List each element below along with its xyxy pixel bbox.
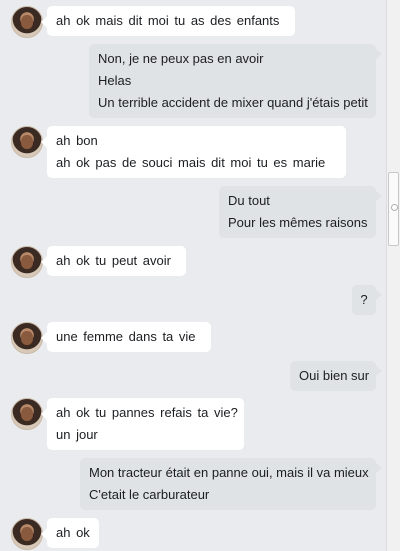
message-text: ah ok pas de souci mais dit moi tu es ma… xyxy=(56,155,326,170)
outgoing-message-bubble: Non, je ne peux pas en avoir Helas Un te… xyxy=(89,44,382,118)
message-text: ? xyxy=(360,292,368,307)
vertical-scrollbar[interactable] xyxy=(386,0,400,551)
message-text: Helas xyxy=(98,73,132,88)
message-text: un jour xyxy=(56,427,98,442)
outgoing-message-bubble: Oui bien sur xyxy=(290,361,382,391)
incoming-message-bubble: ah ok mais dit moi tu as des enfants xyxy=(41,6,295,36)
contact-avatar[interactable] xyxy=(11,126,43,158)
outgoing-message-bubble: ? xyxy=(352,285,382,315)
message-text: Mon tracteur était en panne oui, mais il… xyxy=(89,465,369,480)
contact-avatar[interactable] xyxy=(11,322,43,354)
message-text: ah ok xyxy=(56,525,90,540)
outgoing-message-bubble: Du tout Pour les mêmes raisons xyxy=(219,186,382,238)
contact-avatar[interactable] xyxy=(11,6,43,38)
contact-avatar[interactable] xyxy=(11,518,43,550)
incoming-message-bubble: ah bon ah ok pas de souci mais dit moi t… xyxy=(41,126,346,178)
message-text: Pour les mêmes raisons xyxy=(228,215,368,230)
message-text: C'etait le carburateur xyxy=(89,487,210,502)
message-text: Oui bien sur xyxy=(299,368,370,383)
contact-avatar[interactable] xyxy=(11,246,43,278)
message-text: Non, je ne peux pas en avoir xyxy=(98,51,264,66)
message-text: Un terrible accident de mixer quand j'ét… xyxy=(98,95,368,110)
outgoing-message-bubble: Mon tracteur était en panne oui, mais il… xyxy=(80,458,382,510)
message-text: ah ok tu pannes refais ta vie? xyxy=(56,405,238,420)
message-text: ah ok tu peut avoir xyxy=(56,253,171,268)
scrollbar-thumb[interactable] xyxy=(388,172,399,246)
incoming-message-bubble: une femme dans ta vie xyxy=(41,322,211,352)
contact-avatar[interactable] xyxy=(11,398,43,430)
message-text: une femme dans ta vie xyxy=(56,329,196,344)
incoming-message-bubble: ah ok tu peut avoir xyxy=(41,246,186,276)
message-text: Du tout xyxy=(228,193,270,208)
grip-icon xyxy=(391,204,398,211)
message-text: ah bon xyxy=(56,133,98,148)
incoming-message-bubble: ah ok xyxy=(41,518,99,548)
message-text: ah ok mais dit moi tu as des enfants xyxy=(56,13,280,28)
incoming-message-bubble: ah ok tu pannes refais ta vie? un jour xyxy=(41,398,244,450)
chat-conversation: ah ok mais dit moi tu as des enfants Non… xyxy=(0,0,386,551)
